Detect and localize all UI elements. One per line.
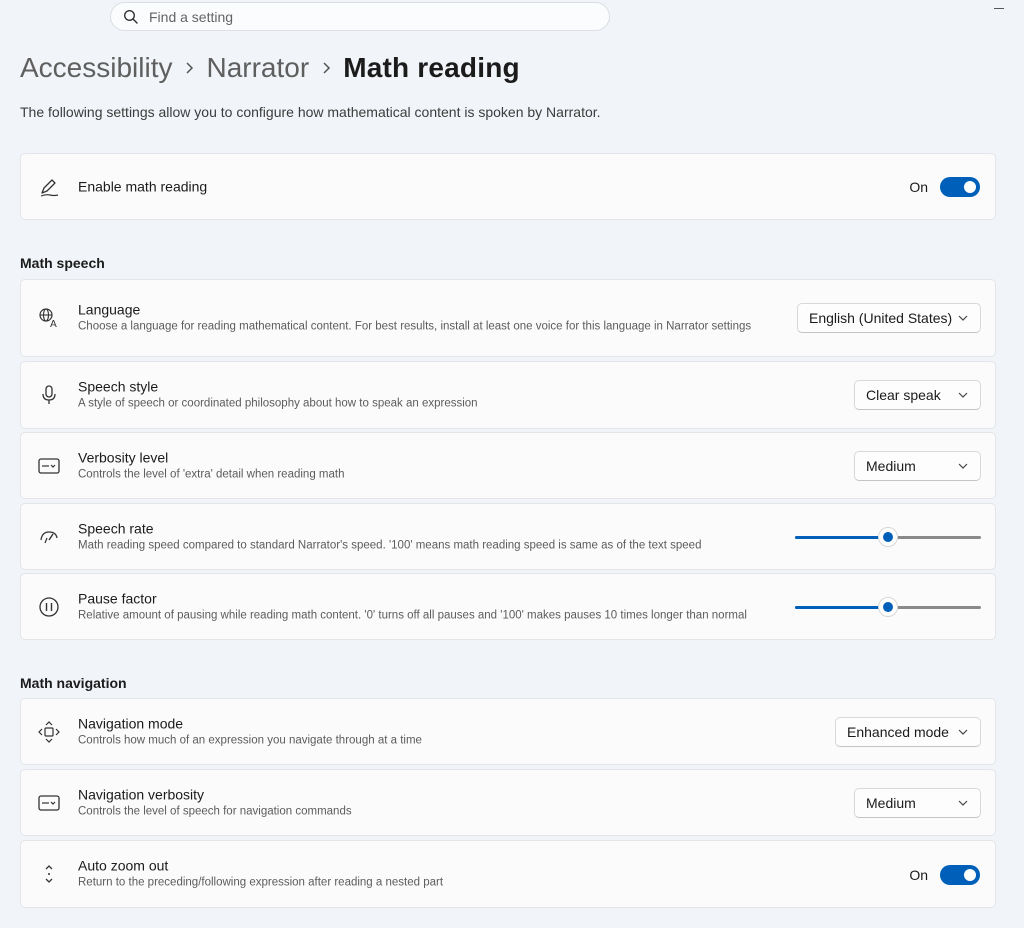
toggle-knob — [964, 869, 976, 881]
pause-factor-card: Pause factor Relative amount of pausing … — [20, 573, 996, 640]
pause-icon — [38, 596, 60, 618]
pen-icon — [38, 176, 60, 198]
navigation-mode-card: Navigation mode Controls how much of an … — [20, 698, 996, 765]
speech-rate-description: Math reading speed compared to standard … — [78, 539, 702, 551]
chevron-down-icon — [958, 315, 968, 321]
speech-style-title: Speech style — [78, 378, 159, 395]
slider-fill — [795, 606, 888, 609]
keyboard-icon — [38, 792, 60, 814]
auto-zoom-out-title: Auto zoom out — [78, 857, 169, 874]
chevron-right-icon — [309, 61, 343, 75]
verbosity-level-dropdown-value: Medium — [866, 458, 916, 474]
language-title: Language — [78, 301, 141, 318]
speech-rate-slider[interactable] — [795, 527, 981, 547]
auto-zoom-out-description: Return to the preceding/following expres… — [78, 876, 444, 889]
language-dropdown[interactable]: English (United States) — [797, 303, 981, 333]
minimize-button[interactable] — [994, 8, 1004, 9]
navigation-mode-title: Navigation mode — [78, 715, 184, 731]
language-dropdown-value: English (United States) — [809, 310, 953, 326]
search-box[interactable]: Find a setting — [110, 2, 610, 31]
enable-math-reading-toggle-group: On — [909, 177, 980, 197]
verbosity-level-description: Controls the level of 'extra' detail whe… — [78, 468, 345, 480]
slider-thumb[interactable] — [878, 527, 898, 547]
section-heading-math-speech: Math speech — [20, 255, 105, 271]
navigation-mode-description: Controls how much of an expression you n… — [78, 734, 422, 746]
navigation-verbosity-card: Navigation verbosity Controls the level … — [20, 769, 996, 836]
auto-zoom-out-toggle-group: On — [909, 865, 980, 885]
microphone-icon — [38, 384, 60, 406]
chevron-down-icon — [958, 392, 968, 398]
speech-style-description: A style of speech or coordinated philoso… — [78, 397, 478, 410]
speech-rate-title: Speech rate — [78, 520, 154, 536]
navigation-verbosity-dropdown[interactable]: Medium — [854, 788, 981, 818]
breadcrumb-accessibility[interactable]: Accessibility — [20, 52, 172, 84]
search-icon — [122, 8, 140, 26]
navigation-icon — [38, 720, 60, 743]
pause-factor-title: Pause factor — [78, 590, 157, 606]
keyboard-icon — [38, 455, 60, 477]
slider-thumb[interactable] — [878, 597, 898, 617]
speech-style-dropdown-value: Clear speak — [866, 387, 941, 403]
enable-math-reading-toggle[interactable] — [940, 177, 980, 197]
toggle-state-label: On — [909, 867, 928, 883]
speech-rate-card: Speech rate Math reading speed compared … — [20, 503, 996, 570]
section-heading-math-navigation: Math navigation — [20, 675, 127, 691]
language-icon: A — [38, 307, 60, 329]
verbosity-level-card: Verbosity level Controls the level of 'e… — [20, 432, 996, 499]
navigation-verbosity-title: Navigation verbosity — [78, 786, 205, 802]
language-card: A Language Choose a language for reading… — [20, 279, 996, 357]
search-input[interactable]: Find a setting — [149, 9, 233, 25]
speed-icon — [38, 526, 60, 548]
navigation-mode-dropdown[interactable]: Enhanced mode — [835, 717, 981, 747]
slider-thumb-dot — [883, 602, 893, 612]
navigation-mode-dropdown-value: Enhanced mode — [847, 724, 949, 740]
navigation-verbosity-dropdown-value: Medium — [866, 795, 916, 811]
expand-vertical-icon — [38, 863, 60, 885]
chevron-right-icon — [172, 61, 206, 75]
toggle-knob — [964, 181, 976, 193]
chevron-down-icon — [958, 729, 968, 735]
breadcrumb: Accessibility Narrator Math reading — [20, 48, 520, 88]
toggle-state-label: On — [909, 179, 928, 195]
svg-text:A: A — [50, 319, 57, 329]
auto-zoom-out-card: Auto zoom out Return to the preceding/fo… — [20, 840, 996, 908]
speech-style-card: Speech style A style of speech or coordi… — [20, 361, 996, 429]
navigation-verbosity-description: Controls the level of speech for navigat… — [78, 805, 352, 817]
verbosity-level-dropdown[interactable]: Medium — [854, 451, 981, 481]
pause-factor-description: Relative amount of pausing while reading… — [78, 609, 747, 621]
slider-fill — [795, 536, 888, 539]
speech-style-dropdown[interactable]: Clear speak — [854, 380, 981, 410]
enable-math-reading-card: Enable math reading On — [20, 153, 996, 220]
chevron-down-icon — [958, 463, 968, 469]
chevron-down-icon — [958, 800, 968, 806]
pause-factor-slider[interactable] — [795, 597, 981, 617]
enable-math-reading-title: Enable math reading — [78, 178, 208, 194]
slider-thumb-dot — [883, 532, 893, 542]
language-description: Choose a language for reading mathematic… — [78, 320, 752, 333]
page-title: Math reading — [343, 52, 520, 83]
auto-zoom-out-toggle[interactable] — [940, 865, 980, 885]
page-description: The following settings allow you to conf… — [20, 104, 601, 120]
verbosity-level-title: Verbosity level — [78, 449, 169, 465]
breadcrumb-narrator[interactable]: Narrator — [206, 52, 309, 84]
